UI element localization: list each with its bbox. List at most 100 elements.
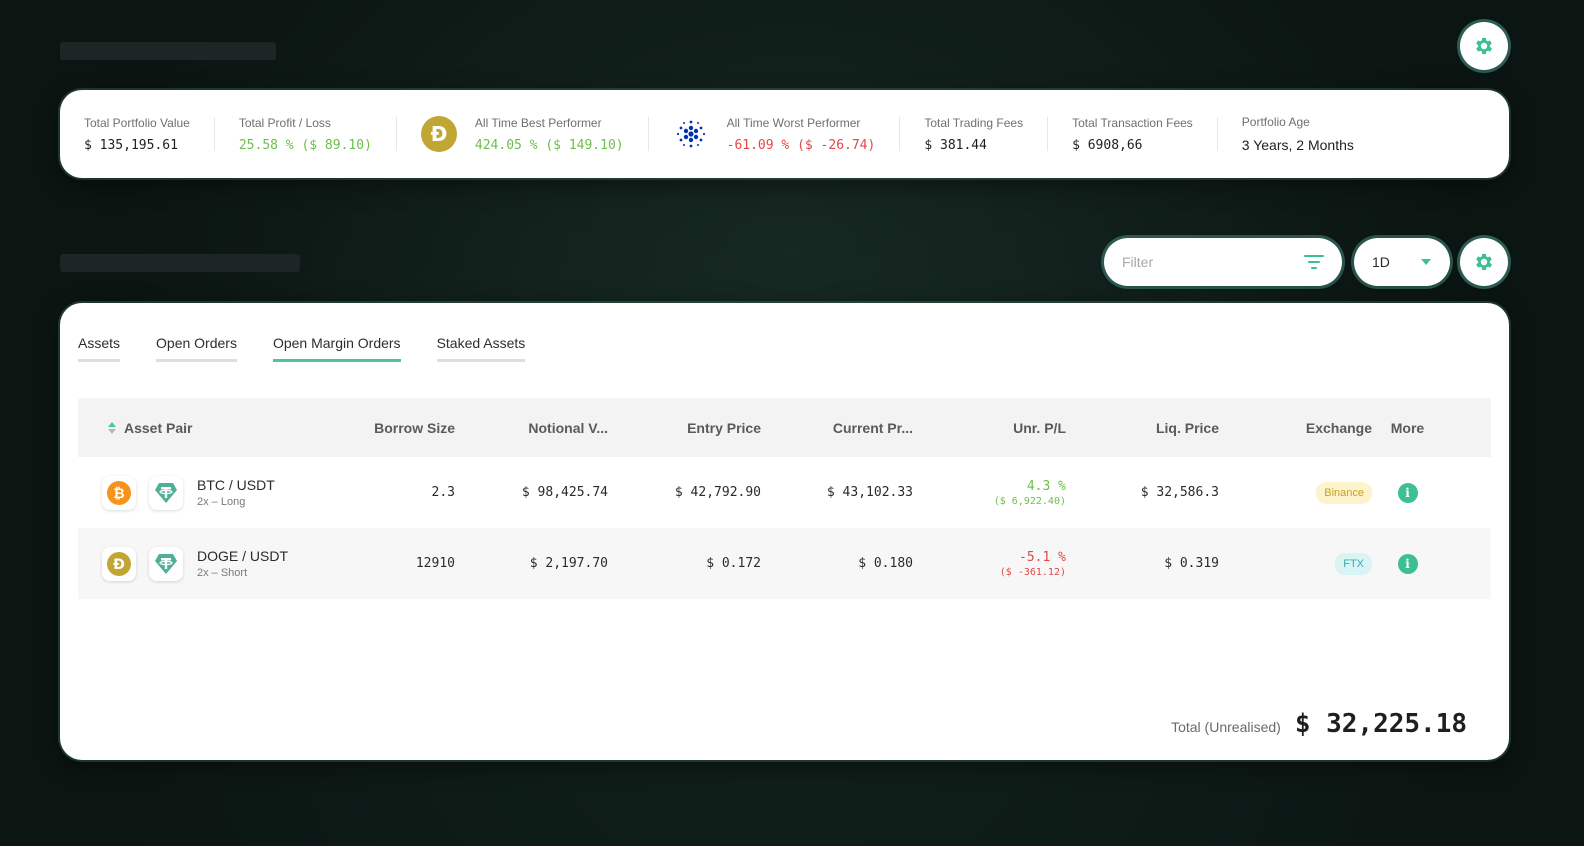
stat-label: Total Trading Fees — [924, 115, 1024, 130]
tab-assets[interactable]: Assets — [78, 335, 121, 362]
pair-leverage: 2x – Long — [197, 496, 246, 508]
column-header-notional-value[interactable]: Notional V... — [455, 420, 608, 436]
notional-value: $ 98,425.74 — [521, 485, 608, 500]
asset-pair-cell: Ð DOGE / USDT 2x – Short — [78, 546, 348, 581]
column-header-exchange[interactable]: Exchange — [1219, 420, 1372, 436]
bitcoin-icon: ₿ — [102, 475, 136, 510]
stat-value: $ 135,195.61 — [84, 137, 178, 153]
entry-price: $ 0.172 — [706, 556, 761, 571]
column-header-label: Asset Pair — [124, 419, 193, 436]
current-price: $ 0.180 — [858, 556, 913, 571]
total-value: $ 32,225.18 — [1294, 709, 1467, 739]
stat-value: 3 Years, 2 Months — [1241, 137, 1354, 153]
stat-label: All Time Worst Performer — [726, 115, 861, 130]
chevron-down-icon — [1421, 259, 1431, 265]
sort-icon[interactable] — [108, 421, 116, 434]
entry-price: $ 42,792.90 — [674, 485, 761, 500]
portfolio-summary-card: Total Portfolio Value $ 135,195.61 Total… — [60, 90, 1509, 178]
filter-input[interactable] — [1122, 254, 1304, 270]
pair-text: DOGE / USDT 2x – Short — [197, 548, 288, 579]
divider — [647, 117, 649, 151]
exchange-badge: FTX — [1335, 552, 1372, 575]
column-header-entry-price[interactable]: Entry Price — [608, 420, 761, 436]
settings-button-top[interactable] — [1460, 22, 1508, 70]
cardano-icon — [673, 116, 709, 152]
column-header-unrealised-pl[interactable]: Unr. P/L — [913, 420, 1066, 436]
tab-open-margin-orders[interactable]: Open Margin Orders — [272, 335, 401, 362]
total-unrealised: Total (Unrealised) $ 32,225.18 — [1171, 709, 1467, 739]
exchange-cell: Binance — [1219, 481, 1372, 504]
pl-percent: -5.1 % — [1019, 549, 1066, 565]
gear-icon — [1476, 253, 1492, 271]
settings-button-table[interactable] — [1460, 238, 1508, 286]
period-value: 1D — [1372, 254, 1390, 270]
pl-percent: 4.3 % — [1026, 478, 1066, 494]
current-price: $ 43,102.33 — [826, 485, 913, 500]
gear-icon — [1476, 37, 1492, 55]
stat-value: $ 381.44 — [924, 137, 987, 153]
pair-text: BTC / USDT 2x – Long — [197, 477, 275, 508]
section-title-placeholder — [60, 254, 300, 272]
stat-value: 25.58 % ($ 89.10) — [238, 137, 372, 153]
stat-value: $ 6908,66 — [1072, 137, 1143, 153]
stat-transaction-fees: Total Transaction Fees $ 6908,66 — [1048, 108, 1217, 160]
pair-name: DOGE / USDT — [197, 548, 289, 564]
asset-pair-cell: ₿ BTC / USDT 2x – Long — [78, 475, 348, 510]
stat-label: All Time Best Performer — [474, 115, 602, 130]
borrow-size: 12910 — [415, 556, 455, 571]
liq-price: $ 32,586.3 — [1140, 485, 1219, 500]
column-header-liq-price[interactable]: Liq. Price — [1066, 420, 1219, 436]
notional-value: $ 2,197.70 — [529, 556, 608, 571]
stat-total-portfolio-value: Total Portfolio Value $ 135,195.61 — [60, 108, 214, 160]
table-row[interactable]: Ð DOGE / USDT 2x – Short 12910 $ 2,197.7… — [78, 528, 1491, 599]
stat-value: -61.09 % ($ -26.74) — [726, 137, 876, 153]
more-cell: i — [1372, 553, 1443, 574]
tether-icon — [149, 546, 183, 581]
exchange-cell: FTX — [1219, 552, 1372, 575]
period-select[interactable]: 1D — [1354, 238, 1450, 286]
stat-best-performer: All Time Best Performer 424.05 % ($ 149.… — [457, 108, 648, 160]
liq-price: $ 0.319 — [1164, 556, 1219, 571]
svg-text:₿: ₿ — [113, 486, 124, 502]
more-cell: i — [1372, 482, 1443, 503]
stat-trading-fees: Total Trading Fees $ 381.44 — [900, 108, 1047, 160]
stat-worst-performer: All Time Worst Performer -61.09 % ($ -26… — [709, 108, 900, 160]
svg-text:Ð: Ð — [431, 122, 448, 146]
tab-staked-assets[interactable]: Staked Assets — [436, 335, 526, 362]
stat-label: Total Portfolio Value — [84, 115, 190, 130]
stat-value: 424.05 % ($ 149.10) — [474, 137, 624, 153]
column-header-more: More — [1390, 419, 1425, 436]
stat-total-profit-loss: Total Profit / Loss 25.58 % ($ 89.10) — [215, 108, 396, 160]
stat-label: Total Profit / Loss — [238, 115, 331, 130]
unrealised-pl: 4.3 % ($ 6,922.40) — [913, 479, 1066, 507]
info-icon[interactable]: i — [1397, 553, 1418, 574]
doge-icon: Ð — [420, 116, 457, 152]
stat-portfolio-age: Portfolio Age 3 Years, 2 Months — [1218, 108, 1378, 160]
unrealised-pl: -5.1 % ($ -361.12) — [913, 550, 1066, 578]
svg-text:Ð: Ð — [113, 557, 125, 573]
tab-bar: Assets Open Orders Open Margin Orders St… — [78, 335, 561, 362]
exchange-badge: Binance — [1316, 481, 1372, 504]
doge-icon: Ð — [102, 546, 136, 581]
column-header-borrow-size[interactable]: Borrow Size — [348, 420, 455, 436]
divider — [395, 117, 397, 151]
margin-orders-card: Assets Open Orders Open Margin Orders St… — [60, 303, 1509, 760]
column-header-asset-pair[interactable]: Asset Pair — [78, 420, 348, 436]
filter-icon[interactable] — [1304, 254, 1324, 270]
section-title-placeholder — [60, 42, 276, 60]
pl-amount: ($ -361.12) — [999, 566, 1066, 578]
tether-icon — [149, 475, 183, 510]
info-icon[interactable]: i — [1397, 482, 1418, 503]
borrow-size: 2.3 — [431, 485, 455, 500]
pair-leverage: 2x – Short — [197, 567, 248, 579]
table-row[interactable]: ₿ BTC / USDT 2x – Long 2.3 $ 98,425.74 $… — [78, 457, 1491, 528]
stat-label: Total Transaction Fees — [1072, 115, 1193, 130]
pl-amount: ($ 6,922.40) — [993, 495, 1066, 507]
pair-name: BTC / USDT — [197, 477, 275, 493]
column-header-current-price[interactable]: Current Pr... — [761, 420, 913, 436]
tab-open-orders[interactable]: Open Orders — [156, 335, 237, 362]
margin-orders-table: Asset Pair Borrow Size Notional V... Ent… — [78, 398, 1491, 599]
filter-field[interactable] — [1104, 238, 1342, 286]
table-header: Asset Pair Borrow Size Notional V... Ent… — [78, 398, 1491, 457]
total-label: Total (Unrealised) — [1171, 719, 1281, 735]
